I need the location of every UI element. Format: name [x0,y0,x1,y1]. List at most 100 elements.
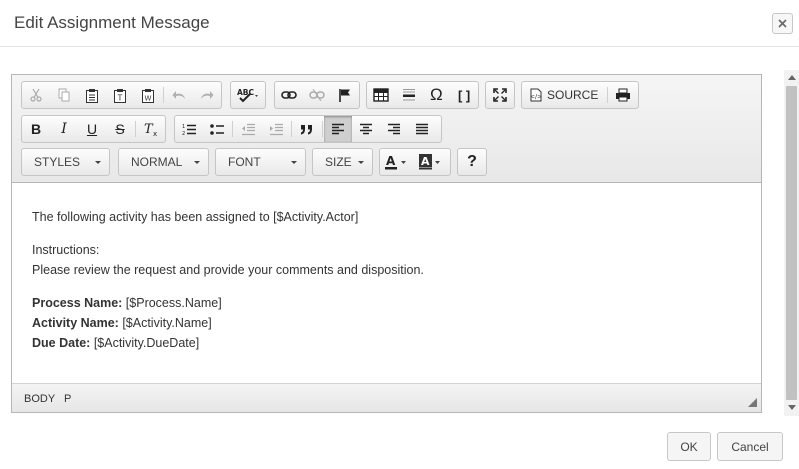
numbered-list-button[interactable]: 12 [175,116,203,142]
paste-word-icon: W [142,88,154,103]
omega-icon: Ω [430,85,443,104]
editor-content[interactable]: The following activity has been assigned… [12,183,761,383]
cut-button[interactable] [22,82,50,108]
table-icon [373,88,389,102]
chevron-down-icon [95,160,101,164]
chevron-down-icon [291,160,297,164]
toolbar-separator [135,121,136,137]
bulleted-list-icon [209,123,224,135]
template-field-button[interactable]: [ ] [450,82,478,108]
brackets-icon: [ ] [457,87,471,103]
element-path-body[interactable]: BODY [24,393,55,405]
anchor-button[interactable] [331,82,359,108]
close-button[interactable] [772,13,793,34]
underline-button[interactable]: U [78,116,106,142]
element-path-p[interactable]: P [64,393,71,405]
source-button[interactable]: </> SOURCE [522,82,606,108]
background-color-icon: A [419,154,440,170]
maximize-group [485,81,515,109]
spellcheck-button[interactable]: ABC [234,82,264,108]
format-dropdown[interactable]: NORMAL [118,148,209,176]
copy-icon [58,88,70,102]
special-char-button[interactable]: Ω [423,82,451,108]
activity-name-label: Activity Name: [32,316,119,330]
spellcheck-icon: ABC [237,88,258,103]
editor-statusbar: BODY P [12,383,761,412]
underline-icon: U [86,121,98,137]
background-color-button[interactable]: A [414,149,448,175]
chevron-down-icon [358,160,364,164]
scissors-icon [30,88,42,102]
maximize-icon [493,88,507,102]
dialog-footer: OK Cancel [0,420,799,469]
indent-icon [269,123,283,135]
size-label: SIZE [325,155,352,169]
svg-text:</>: </> [530,94,542,101]
outdent-button[interactable] [234,116,262,142]
scroll-up-icon[interactable] [788,75,796,80]
due-date-label: Due Date: [32,336,91,350]
justify-icon [416,123,428,134]
unlink-icon [309,89,325,101]
help-button[interactable]: ? [458,149,486,175]
italic-icon: I [61,121,67,137]
spellcheck-group: ABC [230,81,266,109]
assignment-line: The following activity has been assigned… [32,210,359,224]
size-dropdown[interactable]: SIZE [312,148,373,176]
remove-format-button[interactable]: Tx [137,116,165,142]
svg-text:W: W [145,94,152,102]
dialog-scrollbar[interactable] [784,70,799,416]
bold-button[interactable]: B [22,116,50,142]
cancel-button[interactable]: Cancel [717,432,783,461]
text-color-button[interactable]: A [380,149,414,175]
indent-button[interactable] [262,116,290,142]
activity-name-value: [$Activity.Name] [118,316,212,330]
dialog-title: Edit Assignment Message [14,13,210,32]
rich-text-editor: T W ABC Ω [] </> SOURCE B I U S T x 1 2… [11,74,762,413]
table-button[interactable] [367,82,395,108]
instructions-text: Please review the request and provide yo… [32,263,424,277]
source-label: SOURCE [547,88,599,102]
undo-button[interactable] [165,82,193,108]
styles-dropdown[interactable]: STYLES [21,148,110,176]
redo-button[interactable] [193,82,221,108]
paste-button[interactable] [78,82,106,108]
help-group: ? [457,148,487,176]
resize-handle-icon[interactable] [748,398,757,407]
copy-button[interactable] [50,82,78,108]
process-name-label: Process Name: [32,296,123,310]
details-paragraph: Process Name: [$Process.Name] Activity N… [32,293,741,353]
link-button[interactable] [275,82,303,108]
toolbar-separator [607,87,608,103]
svg-text:A: A [386,154,396,168]
paste-text-button[interactable]: T [106,82,134,108]
source-icon: </> [530,88,542,102]
clipboard-icon [86,88,98,103]
justify-button[interactable] [408,116,436,142]
blockquote-button[interactable] [293,116,321,142]
horizontal-line-button[interactable] [395,82,423,108]
maximize-button[interactable] [486,82,514,108]
unlink-button[interactable] [303,82,331,108]
paste-text-icon: T [114,88,126,103]
undo-icon [172,91,185,99]
bulleted-list-button[interactable] [203,116,231,142]
scrollbar-thumb[interactable] [786,86,797,400]
align-left-button[interactable] [324,116,352,142]
italic-button[interactable]: I [50,116,78,142]
paste-word-button[interactable]: W [134,82,162,108]
align-center-icon [360,123,372,134]
strikethrough-button[interactable]: S [106,116,134,142]
align-center-button[interactable] [352,116,380,142]
editor-toolbar: T W ABC Ω [] </> SOURCE B I U S T x 1 2… [12,75,761,183]
redo-icon [201,91,214,99]
ok-button[interactable]: OK [667,432,711,461]
toolbar-separator [163,87,164,103]
format-label: NORMAL [131,155,183,169]
close-icon [778,19,787,28]
svg-text:x: x [153,130,157,137]
print-button[interactable] [609,82,637,108]
align-right-button[interactable] [380,116,408,142]
scroll-down-icon[interactable] [788,405,796,410]
font-dropdown[interactable]: FONT [215,148,306,176]
